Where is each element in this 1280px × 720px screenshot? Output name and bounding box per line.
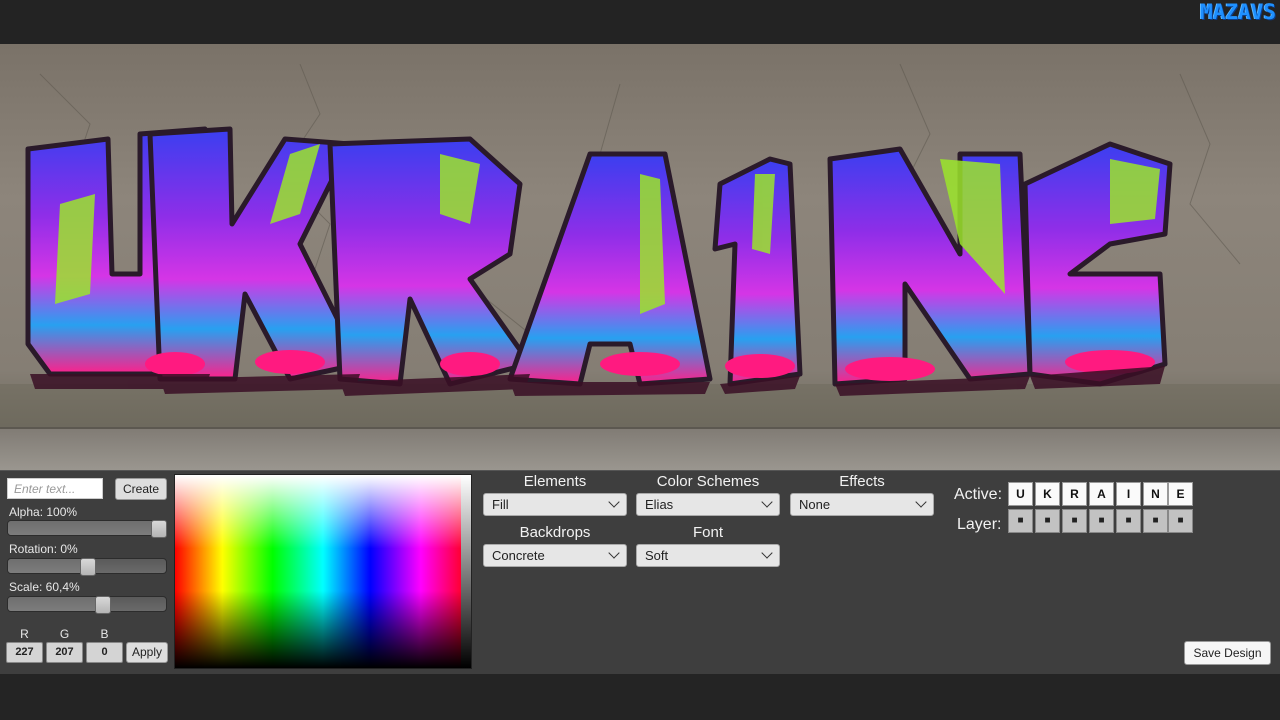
layer-label: Layer: bbox=[957, 516, 1002, 533]
backdrops-selected: Concrete bbox=[492, 548, 545, 563]
red-label: R bbox=[20, 627, 29, 641]
app-logo: MAZAVS bbox=[1200, 0, 1276, 24]
active-letter-i[interactable]: I bbox=[1116, 482, 1141, 506]
effects-dropdown[interactable]: None bbox=[790, 493, 934, 516]
alpha-slider[interactable] bbox=[7, 520, 167, 538]
scale-slider-knob[interactable] bbox=[95, 596, 111, 614]
bottom-area bbox=[0, 674, 1280, 720]
effects-selected: None bbox=[799, 497, 831, 512]
font-header: Font bbox=[692, 524, 723, 541]
layer-button-u[interactable]: ■ bbox=[1008, 509, 1033, 533]
layer-button-a[interactable]: ■ bbox=[1089, 509, 1114, 533]
color-schemes-selected: Elias bbox=[645, 497, 674, 512]
active-label: Active: bbox=[954, 486, 1003, 503]
create-button[interactable]: Create bbox=[115, 478, 167, 500]
rotation-slider[interactable] bbox=[7, 558, 167, 576]
rotation-label: Rotation: 0% bbox=[9, 542, 78, 556]
font-dropdown[interactable]: Soft bbox=[636, 544, 780, 567]
chevron-down-icon bbox=[761, 547, 773, 559]
scale-slider[interactable] bbox=[7, 596, 167, 614]
active-letter-r[interactable]: R bbox=[1062, 482, 1087, 506]
chevron-down-icon bbox=[761, 496, 773, 508]
red-input[interactable]: 227 bbox=[6, 642, 43, 663]
alpha-slider-knob[interactable] bbox=[151, 520, 167, 538]
layer-button-n[interactable]: ■ bbox=[1143, 509, 1168, 533]
backdrops-header: Backdrops bbox=[519, 524, 591, 541]
chevron-down-icon bbox=[608, 496, 620, 508]
layer-button-r[interactable]: ■ bbox=[1062, 509, 1087, 533]
top-bar: MAZAVS bbox=[0, 0, 1280, 44]
active-letter-k[interactable]: K bbox=[1035, 482, 1060, 506]
brightness-strip[interactable] bbox=[461, 475, 471, 668]
green-label: G bbox=[59, 627, 70, 641]
graffiti-canvas[interactable] bbox=[0, 44, 1280, 470]
scale-slider-fill bbox=[8, 597, 103, 611]
chevron-down-icon bbox=[608, 547, 620, 559]
elements-header: Elements bbox=[523, 473, 587, 490]
rotation-slider-knob[interactable] bbox=[80, 558, 96, 576]
active-letter-u[interactable]: U bbox=[1008, 482, 1033, 506]
chevron-down-icon bbox=[915, 496, 927, 508]
effects-header: Effects bbox=[839, 473, 885, 490]
backdrops-dropdown[interactable]: Concrete bbox=[483, 544, 627, 567]
color-schemes-dropdown[interactable]: Elias bbox=[636, 493, 780, 516]
graffiti-artwork bbox=[0, 44, 1280, 470]
active-letter-e[interactable]: E bbox=[1168, 482, 1193, 506]
alpha-slider-fill bbox=[8, 521, 159, 535]
scale-label: Scale: 60,4% bbox=[9, 580, 80, 594]
apply-button[interactable]: Apply bbox=[126, 642, 168, 663]
layer-button-k[interactable]: ■ bbox=[1035, 509, 1060, 533]
font-selected: Soft bbox=[645, 548, 669, 563]
layer-button-e[interactable]: ■ bbox=[1168, 509, 1193, 533]
text-input[interactable] bbox=[7, 478, 103, 499]
elements-selected: Fill bbox=[492, 497, 509, 512]
blue-label: B bbox=[100, 627, 109, 641]
layer-button-i[interactable]: ■ bbox=[1116, 509, 1141, 533]
rotation-slider-fill bbox=[8, 559, 88, 573]
active-letter-a[interactable]: A bbox=[1089, 482, 1114, 506]
elements-dropdown[interactable]: Fill bbox=[483, 493, 627, 516]
alpha-label: Alpha: 100% bbox=[9, 505, 78, 519]
color-schemes-header: Color Schemes bbox=[656, 473, 760, 490]
active-letter-n[interactable]: N bbox=[1143, 482, 1168, 506]
green-input[interactable]: 207 bbox=[46, 642, 83, 663]
blue-input[interactable]: 0 bbox=[86, 642, 123, 663]
color-picker[interactable] bbox=[174, 474, 472, 669]
save-design-button[interactable]: Save Design bbox=[1184, 641, 1271, 665]
